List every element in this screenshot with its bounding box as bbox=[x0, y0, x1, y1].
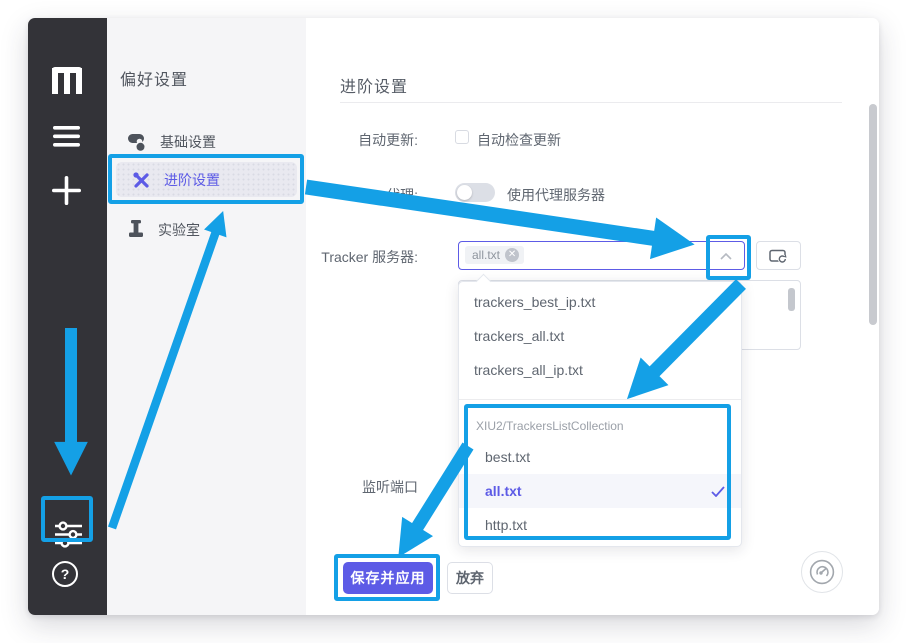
dropdown-option[interactable]: trackers_best_ip.txt bbox=[459, 285, 741, 319]
preferences-title: 偏好设置 bbox=[120, 66, 188, 90]
main-scrollbar[interactable] bbox=[869, 104, 877, 325]
sync-tracker-button[interactable] bbox=[756, 241, 801, 270]
proxy-toggle-label: 使用代理服务器 bbox=[507, 185, 605, 205]
proxy-toggle[interactable] bbox=[455, 183, 495, 202]
screenshot-stage: ? 偏好设置 基础设置 bbox=[0, 0, 906, 643]
sync-icon bbox=[769, 248, 788, 264]
sidebar-item-lab[interactable]: 实验室 bbox=[128, 212, 288, 248]
preferences-panel: 偏好设置 基础设置 bbox=[107, 18, 306, 615]
task-list-icon[interactable] bbox=[53, 126, 80, 147]
sidebar-item-label: 实验室 bbox=[158, 220, 200, 240]
annotation-box-advanced-item bbox=[108, 154, 304, 204]
gauge-icon bbox=[809, 559, 835, 585]
title-divider bbox=[340, 102, 842, 103]
page-title: 进阶设置 bbox=[340, 73, 408, 97]
auto-update-label: 自动更新: bbox=[313, 130, 418, 150]
speed-gauge-button[interactable] bbox=[801, 551, 843, 593]
tag-close-icon[interactable]: ✕ bbox=[505, 248, 519, 262]
auto-update-checkbox-label: 自动检查更新 bbox=[477, 130, 561, 150]
textarea-scrollbar[interactable] bbox=[788, 288, 795, 311]
add-task-icon[interactable] bbox=[52, 176, 81, 205]
annotation-box-dropdown-arrow bbox=[706, 235, 751, 280]
annotation-box-dropdown-group bbox=[464, 404, 731, 540]
annotation-box-save-button bbox=[334, 554, 440, 601]
tracker-label: Tracker 服务器: bbox=[313, 247, 418, 267]
help-icon[interactable]: ? bbox=[52, 561, 78, 587]
auto-update-checkbox[interactable] bbox=[455, 130, 469, 144]
lab-icon bbox=[128, 220, 144, 240]
basic-settings-icon bbox=[128, 133, 146, 151]
motrix-logo-icon bbox=[49, 64, 85, 94]
tracker-select-input[interactable]: all.txt ✕ bbox=[458, 241, 745, 270]
tracker-tag-label: all.txt bbox=[472, 248, 500, 262]
toggle-knob bbox=[457, 185, 472, 200]
discard-button[interactable]: 放弃 bbox=[447, 562, 493, 594]
proxy-label: 代理: bbox=[313, 185, 418, 205]
dropdown-option[interactable]: trackers_all_ip.txt bbox=[459, 353, 741, 387]
annotation-box-preferences-icon bbox=[41, 496, 93, 542]
tracker-tag: all.txt ✕ bbox=[465, 246, 524, 264]
dropdown-option[interactable]: trackers_all.txt bbox=[459, 319, 741, 353]
sidebar-item-label: 基础设置 bbox=[160, 132, 216, 152]
listen-port-label: 监听端口 bbox=[306, 477, 418, 497]
app-window: ? 偏好设置 基础设置 bbox=[28, 18, 879, 615]
